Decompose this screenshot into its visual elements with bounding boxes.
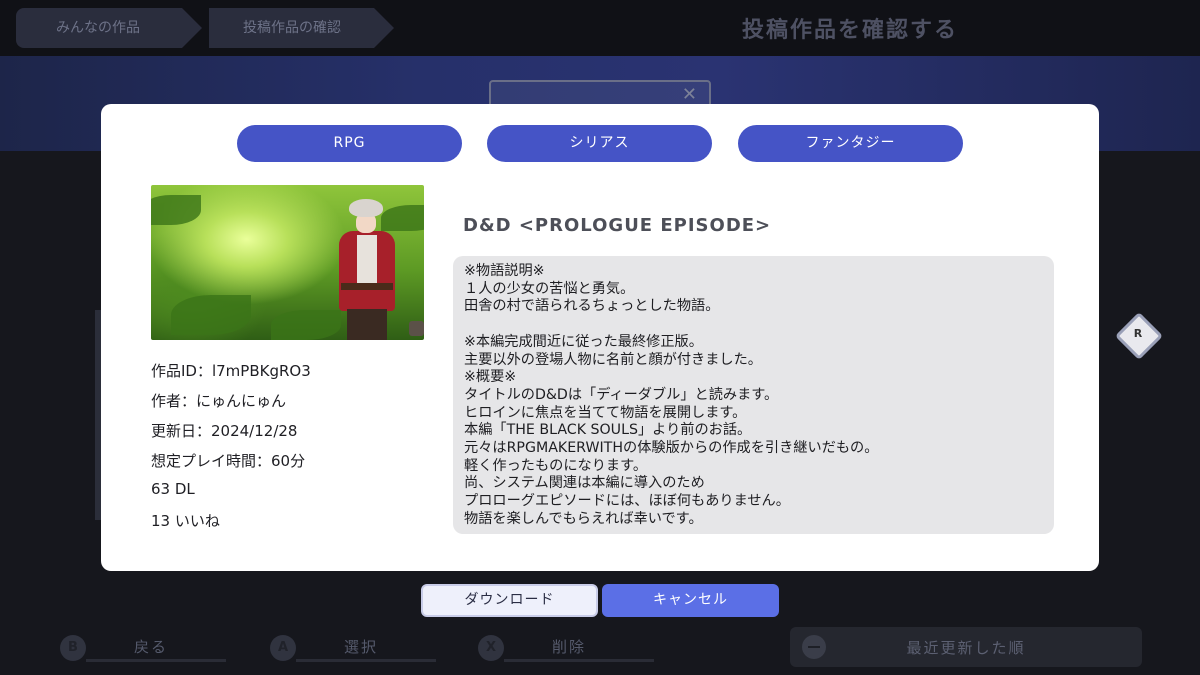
hint-delete-label: 削除 <box>552 638 587 656</box>
r-button-label: R <box>1133 327 1143 340</box>
download-button[interactable]: ダウンロード <box>421 584 598 617</box>
work-likes: 13 いいね <box>151 512 220 530</box>
work-updated: 更新日：2024/12/28 <box>151 422 298 440</box>
hint-back[interactable]: B 戻る <box>60 633 230 663</box>
leaf <box>151 195 201 225</box>
leaf <box>271 310 341 340</box>
hint-delete[interactable]: X 削除 <box>478 633 678 663</box>
hint-back-label: 戻る <box>134 638 169 656</box>
work-id: 作品ID：l7mPBKgRO3 <box>151 362 311 380</box>
x-button-icon: X <box>478 635 504 661</box>
hint-select[interactable]: A 選択 <box>270 633 440 663</box>
next-page-button[interactable]: R <box>1114 311 1164 361</box>
sort-selector[interactable]: 最近更新した順 <box>790 627 1142 667</box>
character-belt <box>341 283 393 290</box>
breadcrumb-everyone-works[interactable]: みんなの作品 <box>16 8 202 48</box>
divider <box>504 659 654 662</box>
chevron-down-icon[interactable]: ✕ <box>682 84 697 105</box>
character-legs <box>347 309 387 340</box>
tag-serious[interactable]: シリアス <box>487 125 712 162</box>
character-shirt <box>357 235 377 285</box>
divider <box>86 659 226 662</box>
breadcrumb-posted-works[interactable]: 投稿作品の確認 <box>209 8 394 48</box>
tag-rpg[interactable]: RPG <box>237 125 462 162</box>
work-title: D&D <PROLOGUE EPISODE> <box>463 215 772 236</box>
work-playtime: 想定プレイ時間：60分 <box>151 452 306 470</box>
a-button-icon: A <box>270 635 296 661</box>
leaf <box>171 295 251 335</box>
b-button-icon: B <box>60 635 86 661</box>
character-hair <box>349 199 383 217</box>
work-thumbnail <box>151 185 424 340</box>
divider <box>296 659 436 662</box>
work-downloads: 63 DL <box>151 480 195 498</box>
leaf <box>381 205 424 231</box>
work-detail-dialog: RPG シリアス ファンタジー 作品ID：l7mPBKgRO3 作者：にゅんにゅ… <box>101 104 1099 571</box>
hint-select-label: 選択 <box>344 638 379 656</box>
tag-fantasy[interactable]: ファンタジー <box>738 125 963 162</box>
page-title: 投稿作品を確認する <box>741 18 958 43</box>
work-author: 作者：にゅんにゅん <box>151 392 287 410</box>
cancel-button[interactable]: キャンセル <box>602 584 779 617</box>
sort-label: 最近更新した順 <box>906 639 1026 657</box>
work-description[interactable]: ※物語説明※ １人の少女の苦悩と勇気。 田舎の村で語られるちょっとした物語。 ※… <box>453 256 1054 534</box>
lock-icon <box>409 321 424 336</box>
